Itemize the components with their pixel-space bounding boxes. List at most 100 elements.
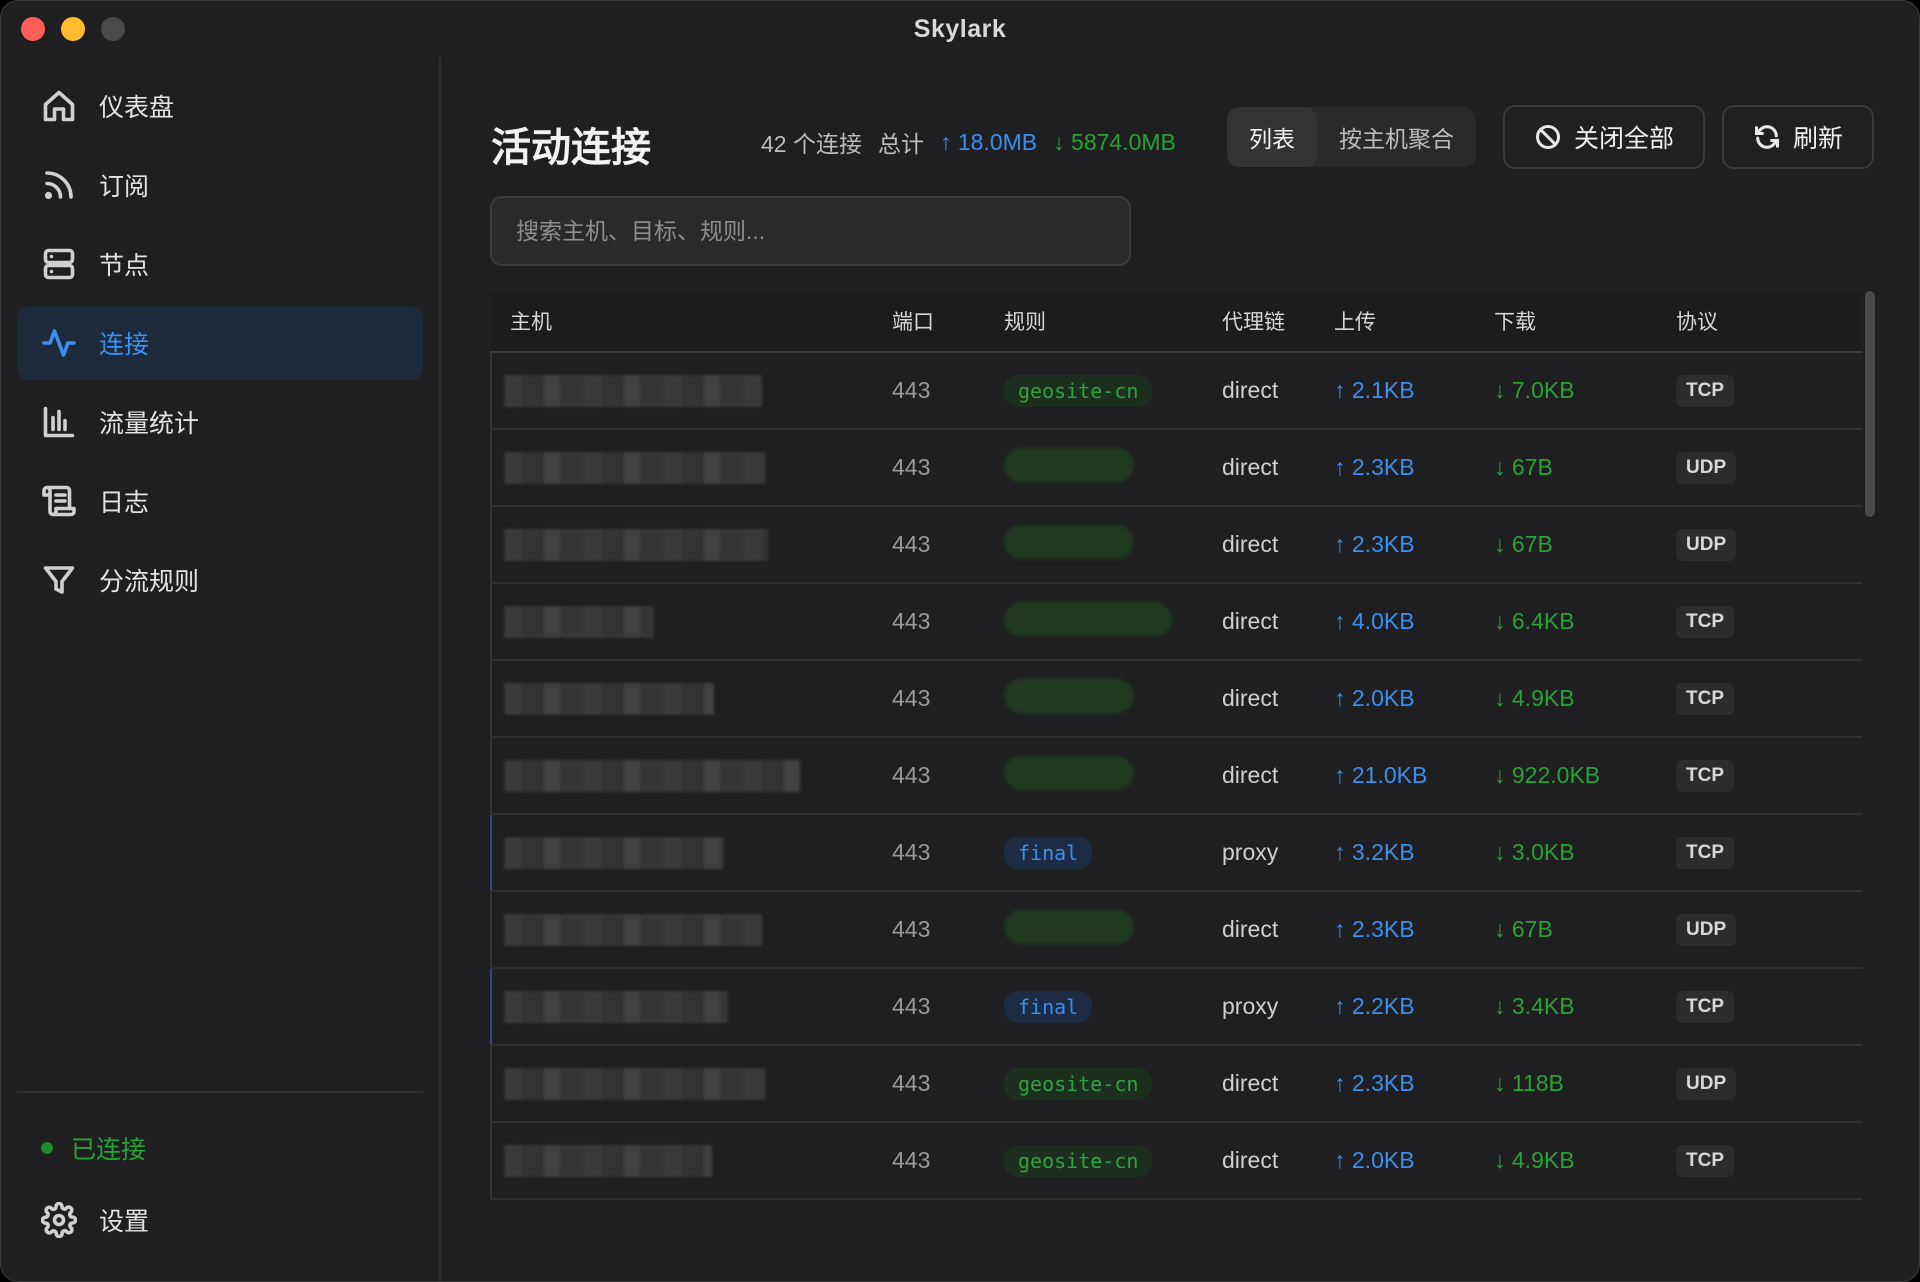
- search-input[interactable]: [490, 196, 1131, 266]
- table-row[interactable]: 443 final proxy ↑ 2.2KB ↓ 3.4KB TCP: [490, 969, 1862, 1046]
- cell-rule: [1004, 755, 1222, 796]
- redacted-rule: [1004, 909, 1134, 944]
- cell-protocol: UDP: [1676, 528, 1796, 561]
- sidebar-item-label: 订阅: [99, 173, 150, 201]
- close-all-label: 关闭全部: [1573, 125, 1674, 153]
- table-row[interactable]: 443 geosite-cn direct ↑ 2.3KB ↓ 118B UDP: [490, 1046, 1862, 1123]
- sidebar-item-label: 节点: [99, 252, 150, 280]
- rss-icon: [41, 167, 77, 203]
- redacted-host: [504, 759, 800, 792]
- connections-table: 主机 端口 规则 代理链 上传 下载 协议 443 geosite-cn direc…: [490, 291, 1862, 1235]
- cell-chain: proxy: [1222, 993, 1279, 1019]
- cell-upload: ↑ 2.0KB: [1334, 1147, 1415, 1173]
- total-label: 总计: [877, 131, 924, 157]
- sidebar-item-rules[interactable]: 分流规则: [17, 543, 423, 617]
- cell-upload: ↑ 3.2KB: [1334, 839, 1415, 865]
- table-row[interactable]: 443 direct ↑ 2.3KB ↓ 67B UDP: [490, 430, 1862, 507]
- redacted-host: [504, 836, 724, 869]
- refresh-button[interactable]: 刷新: [1722, 105, 1874, 169]
- redacted-host: [504, 990, 728, 1023]
- sidebar-item-logs[interactable]: 日志: [17, 464, 423, 538]
- table-scrollbar[interactable]: [1865, 291, 1875, 517]
- cell-download: ↓ 922.0KB: [1494, 762, 1601, 788]
- cell-protocol: UDP: [1676, 913, 1796, 946]
- cell-download: ↓ 6.4KB: [1494, 608, 1575, 634]
- table-row[interactable]: 443 geosite-cn direct ↑ 2.1KB ↓ 7.0KB TCP: [490, 353, 1862, 430]
- table-row[interactable]: 443 direct ↑ 21.0KB ↓ 922.0KB TCP: [490, 738, 1862, 815]
- view-group-by-host-tab[interactable]: 按主机聚合: [1317, 107, 1476, 167]
- cell-protocol: TCP: [1676, 990, 1796, 1023]
- sidebar-item-label: 日志: [99, 489, 150, 517]
- protocol-badge: TCP: [1676, 374, 1734, 407]
- redacted-rule: [1004, 755, 1134, 790]
- column-header-protocol[interactable]: 协议: [1676, 306, 1796, 336]
- ban-icon: [1535, 124, 1561, 150]
- column-header-chain[interactable]: 代理链: [1222, 306, 1334, 336]
- cell-host: [490, 836, 892, 869]
- cell-download: ↓ 118B: [1494, 1070, 1564, 1096]
- settings-label: 设置: [99, 1208, 150, 1236]
- rule-tag: geosite-cn: [1004, 374, 1153, 407]
- cell-rule: [1004, 524, 1222, 565]
- refresh-label: 刷新: [1792, 125, 1843, 153]
- minimize-window-button[interactable]: [61, 17, 85, 41]
- column-header-host[interactable]: 主机: [490, 306, 892, 336]
- cell-rule: [1004, 601, 1222, 642]
- main-content: 活动连接 42 个连接 总计 ↑ 18.0MB ↓ 5874.0MB 列表 按主…: [443, 57, 1919, 1281]
- sidebar-item-subscriptions[interactable]: 订阅: [17, 148, 423, 222]
- cell-port: 443: [892, 1070, 931, 1096]
- scroll-icon: [41, 483, 77, 519]
- view-toggle: 列表 按主机聚合: [1227, 107, 1476, 167]
- maximize-window-button[interactable]: [101, 17, 125, 41]
- cell-download: ↓ 7.0KB: [1494, 377, 1575, 403]
- cell-host: [490, 1144, 892, 1177]
- rule-tag: geosite-cn: [1004, 1144, 1153, 1177]
- window-title: Skylark: [913, 14, 1007, 43]
- cell-chain: proxy: [1222, 839, 1279, 865]
- cell-host: [490, 451, 892, 484]
- sidebar-item-connections[interactable]: 连接: [17, 306, 423, 380]
- gear-icon: [41, 1202, 77, 1238]
- cell-host: [490, 605, 892, 638]
- cell-host: [490, 1067, 892, 1100]
- cell-upload: ↑ 2.3KB: [1334, 916, 1415, 942]
- cell-download: ↓ 67B: [1494, 916, 1553, 942]
- column-header-rule[interactable]: 规则: [1004, 306, 1222, 336]
- status-label: 已连接: [71, 1136, 147, 1164]
- table-row[interactable]: 443 direct ↑ 2.3KB ↓ 67B UDP: [490, 892, 1862, 969]
- close-window-button[interactable]: [21, 17, 45, 41]
- redacted-host: [504, 1067, 766, 1100]
- redacted-rule: [1004, 678, 1134, 713]
- sidebar-item-dashboard[interactable]: 仪表盘: [17, 69, 423, 143]
- connection-count: 42 个连接: [761, 131, 862, 157]
- connection-stats: 42 个连接 总计 ↑ 18.0MB ↓ 5874.0MB: [761, 125, 1176, 159]
- protocol-badge: TCP: [1676, 836, 1734, 869]
- protocol-badge: UDP: [1676, 913, 1737, 946]
- cell-download: ↓ 3.4KB: [1494, 993, 1575, 1019]
- table-row[interactable]: 443 final proxy ↑ 3.2KB ↓ 3.0KB TCP: [490, 815, 1862, 892]
- table-row[interactable]: 443 geosite-cn direct ↑ 2.0KB ↓ 4.9KB TCP: [490, 1123, 1862, 1200]
- cell-download: ↓ 3.0KB: [1494, 839, 1575, 865]
- cell-upload: ↑ 2.3KB: [1334, 1070, 1415, 1096]
- cell-chain: direct: [1222, 1147, 1279, 1173]
- cell-download: ↓ 67B: [1494, 454, 1553, 480]
- cell-chain: direct: [1222, 454, 1279, 480]
- cell-chain: direct: [1222, 608, 1279, 634]
- redacted-rule: [1004, 524, 1134, 559]
- column-header-download[interactable]: 下载: [1494, 306, 1676, 336]
- cell-upload: ↑ 2.3KB: [1334, 531, 1415, 557]
- column-header-port[interactable]: 端口: [892, 306, 1004, 336]
- table-row[interactable]: 443 direct ↑ 2.3KB ↓ 67B UDP: [490, 507, 1862, 584]
- table-row[interactable]: 443 direct ↑ 2.0KB ↓ 4.9KB TCP: [490, 661, 1862, 738]
- sidebar-item-traffic[interactable]: 流量统计: [17, 385, 423, 459]
- sidebar: 仪表盘 订阅 节点 连接 流量统计 日志 分流规则 已连接 设置: [1, 57, 441, 1281]
- cell-rule: geosite-cn: [1004, 1144, 1222, 1177]
- view-list-tab[interactable]: 列表: [1227, 107, 1317, 167]
- close-all-button[interactable]: 关闭全部: [1503, 105, 1705, 169]
- settings-button[interactable]: 设置: [17, 1185, 423, 1255]
- column-header-upload[interactable]: 上传: [1334, 306, 1494, 336]
- table-row[interactable]: 443 direct ↑ 4.0KB ↓ 6.4KB TCP: [490, 584, 1862, 661]
- cell-protocol: UDP: [1676, 1067, 1796, 1100]
- redacted-rule: [1004, 601, 1172, 636]
- sidebar-item-nodes[interactable]: 节点: [17, 227, 423, 301]
